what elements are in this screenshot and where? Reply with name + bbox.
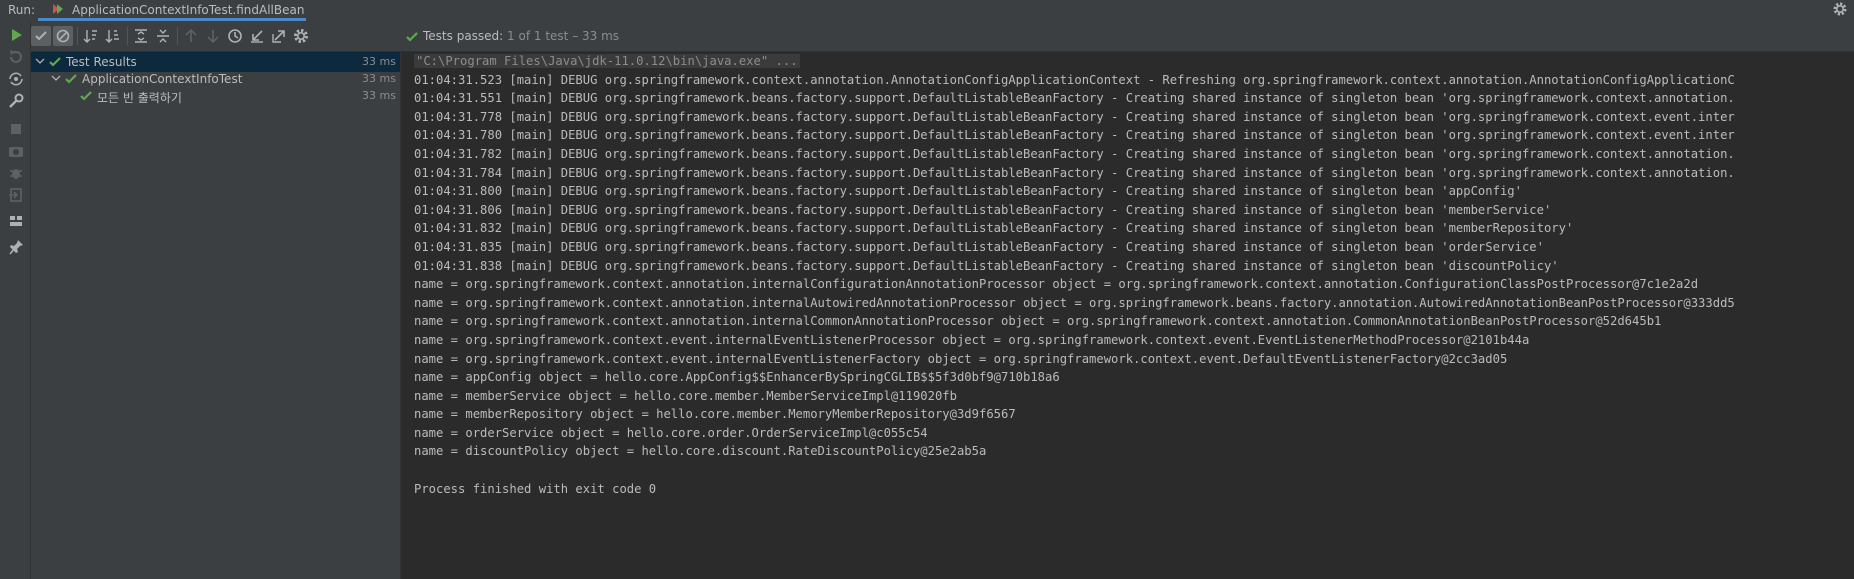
exit-button[interactable]	[6, 185, 26, 205]
tree-node-duration: 33 ms	[362, 55, 396, 68]
settings-wrench-button[interactable]	[6, 91, 26, 111]
gear-icon[interactable]	[1832, 1, 1848, 17]
run-label: Run:	[8, 3, 36, 17]
import-icon	[251, 30, 263, 43]
check-icon	[49, 57, 61, 67]
check-icon	[35, 31, 47, 41]
arrow-down-icon	[207, 30, 219, 44]
expand-all-icon	[135, 29, 147, 43]
check-icon	[65, 74, 77, 84]
chevron-down-icon[interactable]	[51, 73, 61, 83]
tree-node-label: ApplicationContextInfoTest	[82, 72, 243, 86]
bug-icon	[10, 169, 22, 179]
previous-failed-button[interactable]	[181, 26, 201, 46]
status-suffix: of 1 test – 33 ms	[518, 29, 620, 43]
test-run-icon	[53, 4, 63, 14]
console-line: name = memberRepository object = hello.c…	[414, 407, 1016, 422]
collapse-all-icon	[157, 29, 169, 43]
export-icon	[272, 30, 285, 43]
camera-icon	[9, 147, 23, 157]
stop-button[interactable]	[6, 119, 26, 139]
console-line: name = org.springframework.context.annot…	[414, 295, 1735, 310]
console-line: Process finished with exit code 0	[414, 481, 657, 496]
console-line: 01:04:31.782 [main] DEBUG org.springfram…	[414, 146, 1735, 161]
tree-node-test-method[interactable]: 모든 빈 출력하기 33 ms	[31, 86, 400, 106]
import-tests-button[interactable]	[247, 26, 267, 46]
console-line: 01:04:31.800 [main] DEBUG org.springfram…	[414, 184, 1522, 199]
console-line: 01:04:31.835 [main] DEBUG org.springfram…	[414, 239, 1544, 254]
console-line: 01:04:31.778 [main] DEBUG org.springfram…	[414, 109, 1735, 124]
console-line: name = appConfig object = hello.core.App…	[414, 370, 1060, 385]
test-status-bar: Tests passed: 1 of 1 test – 33 ms	[401, 21, 1854, 52]
side-toolbar	[0, 21, 31, 579]
console-line: 01:04:31.551 [main] DEBUG org.springfram…	[414, 91, 1735, 106]
tests-passed-status: Tests passed: 1 of 1 test – 33 ms	[423, 29, 619, 43]
rerun-button[interactable]	[6, 25, 26, 45]
status-count: 1	[507, 29, 515, 43]
arrow-up-icon	[185, 28, 197, 42]
expand-all-button[interactable]	[131, 26, 151, 46]
status-prefix: Tests passed:	[423, 29, 504, 43]
wrench-icon	[9, 93, 24, 108]
console-output[interactable]: "C:\Program Files\Java\jdk-11.0.12\bin\j…	[401, 52, 1854, 579]
console-line: name = discountPolicy object = hello.cor…	[414, 444, 987, 459]
console-line: 01:04:31.806 [main] DEBUG org.springfram…	[414, 202, 1552, 217]
rerun-failed-icon	[10, 50, 22, 63]
history-icon	[228, 29, 242, 43]
console-lines: "C:\Program Files\Java\jdk-11.0.12\bin\j…	[414, 52, 1735, 498]
gear-icon	[294, 29, 308, 43]
ignored-icon	[56, 29, 70, 43]
tree-node-label: Test Results	[66, 55, 137, 69]
test-history-button[interactable]	[225, 26, 245, 46]
console-line: 01:04:31.838 [main] DEBUG org.springfram…	[414, 258, 1559, 273]
pin-icon	[9, 240, 23, 255]
console-line: name = org.springframework.context.event…	[414, 351, 1508, 366]
check-icon	[406, 32, 418, 42]
run-tab-label: ApplicationContextInfoTest.findAllBean	[72, 3, 305, 17]
sort-alphabetically-button[interactable]	[81, 26, 101, 46]
debug-button[interactable]	[6, 163, 26, 183]
show-passed-toggle[interactable]	[31, 26, 51, 46]
tree-node-duration: 33 ms	[362, 72, 396, 85]
stop-icon	[11, 124, 21, 134]
console-line: name = orderService object = hello.core.…	[414, 425, 928, 440]
export-tests-button[interactable]	[269, 26, 289, 46]
console-line: 01:04:31.832 [main] DEBUG org.springfram…	[414, 221, 1574, 236]
console-line: name = memberService object = hello.core…	[414, 388, 957, 403]
check-icon	[80, 91, 92, 101]
sort-by-duration-button[interactable]	[103, 26, 123, 46]
console-line: name = org.springframework.context.event…	[414, 332, 1530, 347]
console-line: name = org.springframework.context.annot…	[414, 314, 1662, 329]
show-ignored-toggle[interactable]	[53, 26, 73, 46]
test-toolbar	[31, 21, 401, 52]
pin-tab-button[interactable]	[6, 237, 26, 257]
sort-alpha-icon	[83, 30, 97, 43]
next-failed-button[interactable]	[203, 26, 223, 46]
run-tab[interactable]: ApplicationContextInfoTest.findAllBean	[38, 0, 306, 21]
test-results-tree: Test Results 33 ms ApplicationContextInf…	[31, 52, 401, 579]
collapse-all-button[interactable]	[153, 26, 173, 46]
test-settings-button[interactable]	[291, 26, 311, 46]
sort-duration-icon	[105, 30, 119, 43]
console-command: "C:\Program Files\Java\jdk-11.0.12\bin\j…	[414, 54, 800, 68]
play-icon	[12, 29, 22, 41]
tree-node-duration: 33 ms	[362, 89, 396, 102]
chevron-down-icon[interactable]	[35, 56, 45, 66]
console-line: 01:04:31.784 [main] DEBUG org.springfram…	[414, 165, 1735, 180]
toggle-auto-test-button[interactable]	[6, 69, 26, 89]
console-line: name = org.springframework.context.annot…	[414, 277, 1699, 292]
layout-button[interactable]	[6, 211, 26, 231]
auto-test-icon	[9, 72, 23, 86]
tree-node-label: 모든 빈 출력하기	[97, 91, 182, 105]
exit-icon	[9, 188, 22, 202]
console-line: 01:04:31.523 [main] DEBUG org.springfram…	[414, 72, 1735, 87]
run-tool-window-header: Run: ApplicationContextInfoTest.findAllB…	[0, 0, 1854, 22]
dump-threads-button[interactable]	[6, 141, 26, 161]
console-command-line[interactable]: "C:\Program Files\Java\jdk-11.0.12\bin\j…	[414, 52, 1735, 71]
layout-icon	[10, 216, 22, 226]
console-line: 01:04:31.780 [main] DEBUG org.springfram…	[414, 128, 1735, 143]
rerun-failed-button[interactable]	[6, 47, 26, 67]
